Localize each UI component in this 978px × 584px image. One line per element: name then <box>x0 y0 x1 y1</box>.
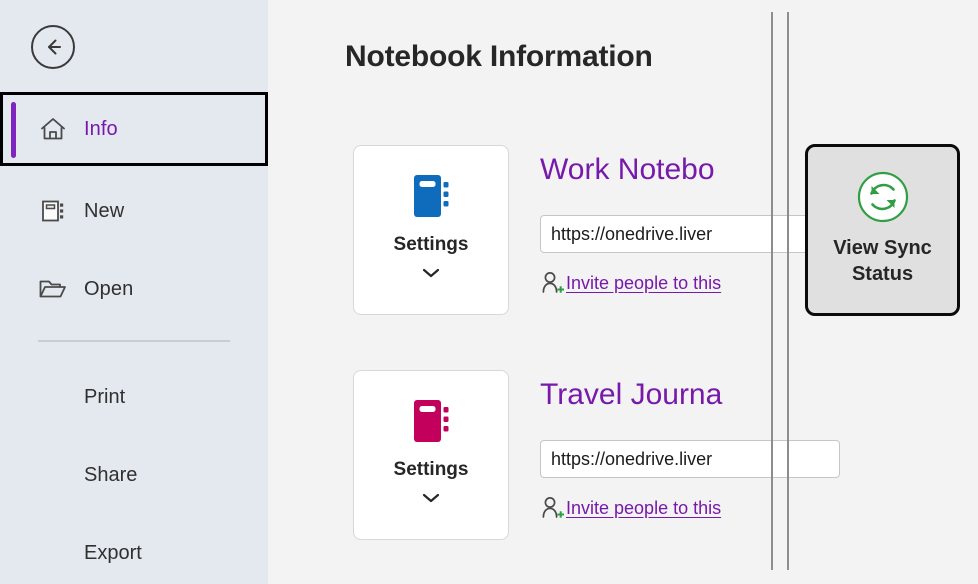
sidebar-item-share[interactable]: Share <box>0 449 268 501</box>
settings-label: Settings <box>354 234 508 256</box>
notebook-settings-button[interactable]: Settings <box>353 145 509 315</box>
invite-people-link[interactable]: Invite people to this <box>540 270 721 296</box>
selection-accent-bar <box>11 102 16 158</box>
sidebar-item-label: Print <box>84 386 125 409</box>
person-add-icon <box>540 270 566 296</box>
person-add-icon <box>540 495 566 521</box>
sidebar-item-label: New <box>84 200 124 223</box>
backstage-sidebar: Info New Open <box>0 0 268 584</box>
sidebar-item-label: Info <box>84 118 118 141</box>
invite-people-label: Invite people to this <box>566 498 721 519</box>
onenote-backstage-window: Info New Open <box>0 0 978 584</box>
back-arrow-icon <box>40 34 66 60</box>
sidebar-divider <box>38 340 230 342</box>
chevron-down-icon <box>421 266 441 284</box>
view-sync-status-button[interactable]: View Sync Status <box>805 144 960 316</box>
pane-divider <box>787 12 789 570</box>
invite-people-link[interactable]: Invite people to this <box>540 495 721 521</box>
sidebar-item-open[interactable]: Open <box>0 261 268 317</box>
back-button[interactable] <box>31 25 75 69</box>
sidebar-item-print[interactable]: Print <box>0 371 268 423</box>
chevron-down-icon <box>421 491 441 509</box>
sidebar-item-label: Share <box>84 464 137 487</box>
notebook-icon <box>405 170 457 227</box>
folder-open-icon <box>38 274 68 304</box>
home-icon <box>38 114 68 144</box>
sidebar-item-label: Export <box>84 542 142 565</box>
notebook-icon <box>405 395 457 452</box>
sidebar-item-label: Open <box>84 278 133 301</box>
notebook-url-input[interactable] <box>540 440 840 478</box>
content-scrollbar-track[interactable] <box>771 12 773 570</box>
notebook-url-input[interactable] <box>540 215 840 253</box>
sync-refresh-icon <box>855 169 911 230</box>
sidebar-item-new[interactable]: New <box>0 183 268 239</box>
sidebar-item-info[interactable]: Info <box>0 92 268 166</box>
page-title: Notebook Information <box>345 40 653 74</box>
notebook-settings-button[interactable]: Settings <box>353 370 509 540</box>
sidebar-item-export[interactable]: Export <box>0 527 268 579</box>
notebook-name: Travel Journa <box>540 378 722 412</box>
settings-label: Settings <box>354 459 508 481</box>
invite-people-label: Invite people to this <box>566 273 721 294</box>
view-sync-status-label: View Sync Status <box>808 235 957 287</box>
notebook-outline-icon <box>38 196 68 226</box>
notebook-name: Work Notebo <box>540 153 715 187</box>
